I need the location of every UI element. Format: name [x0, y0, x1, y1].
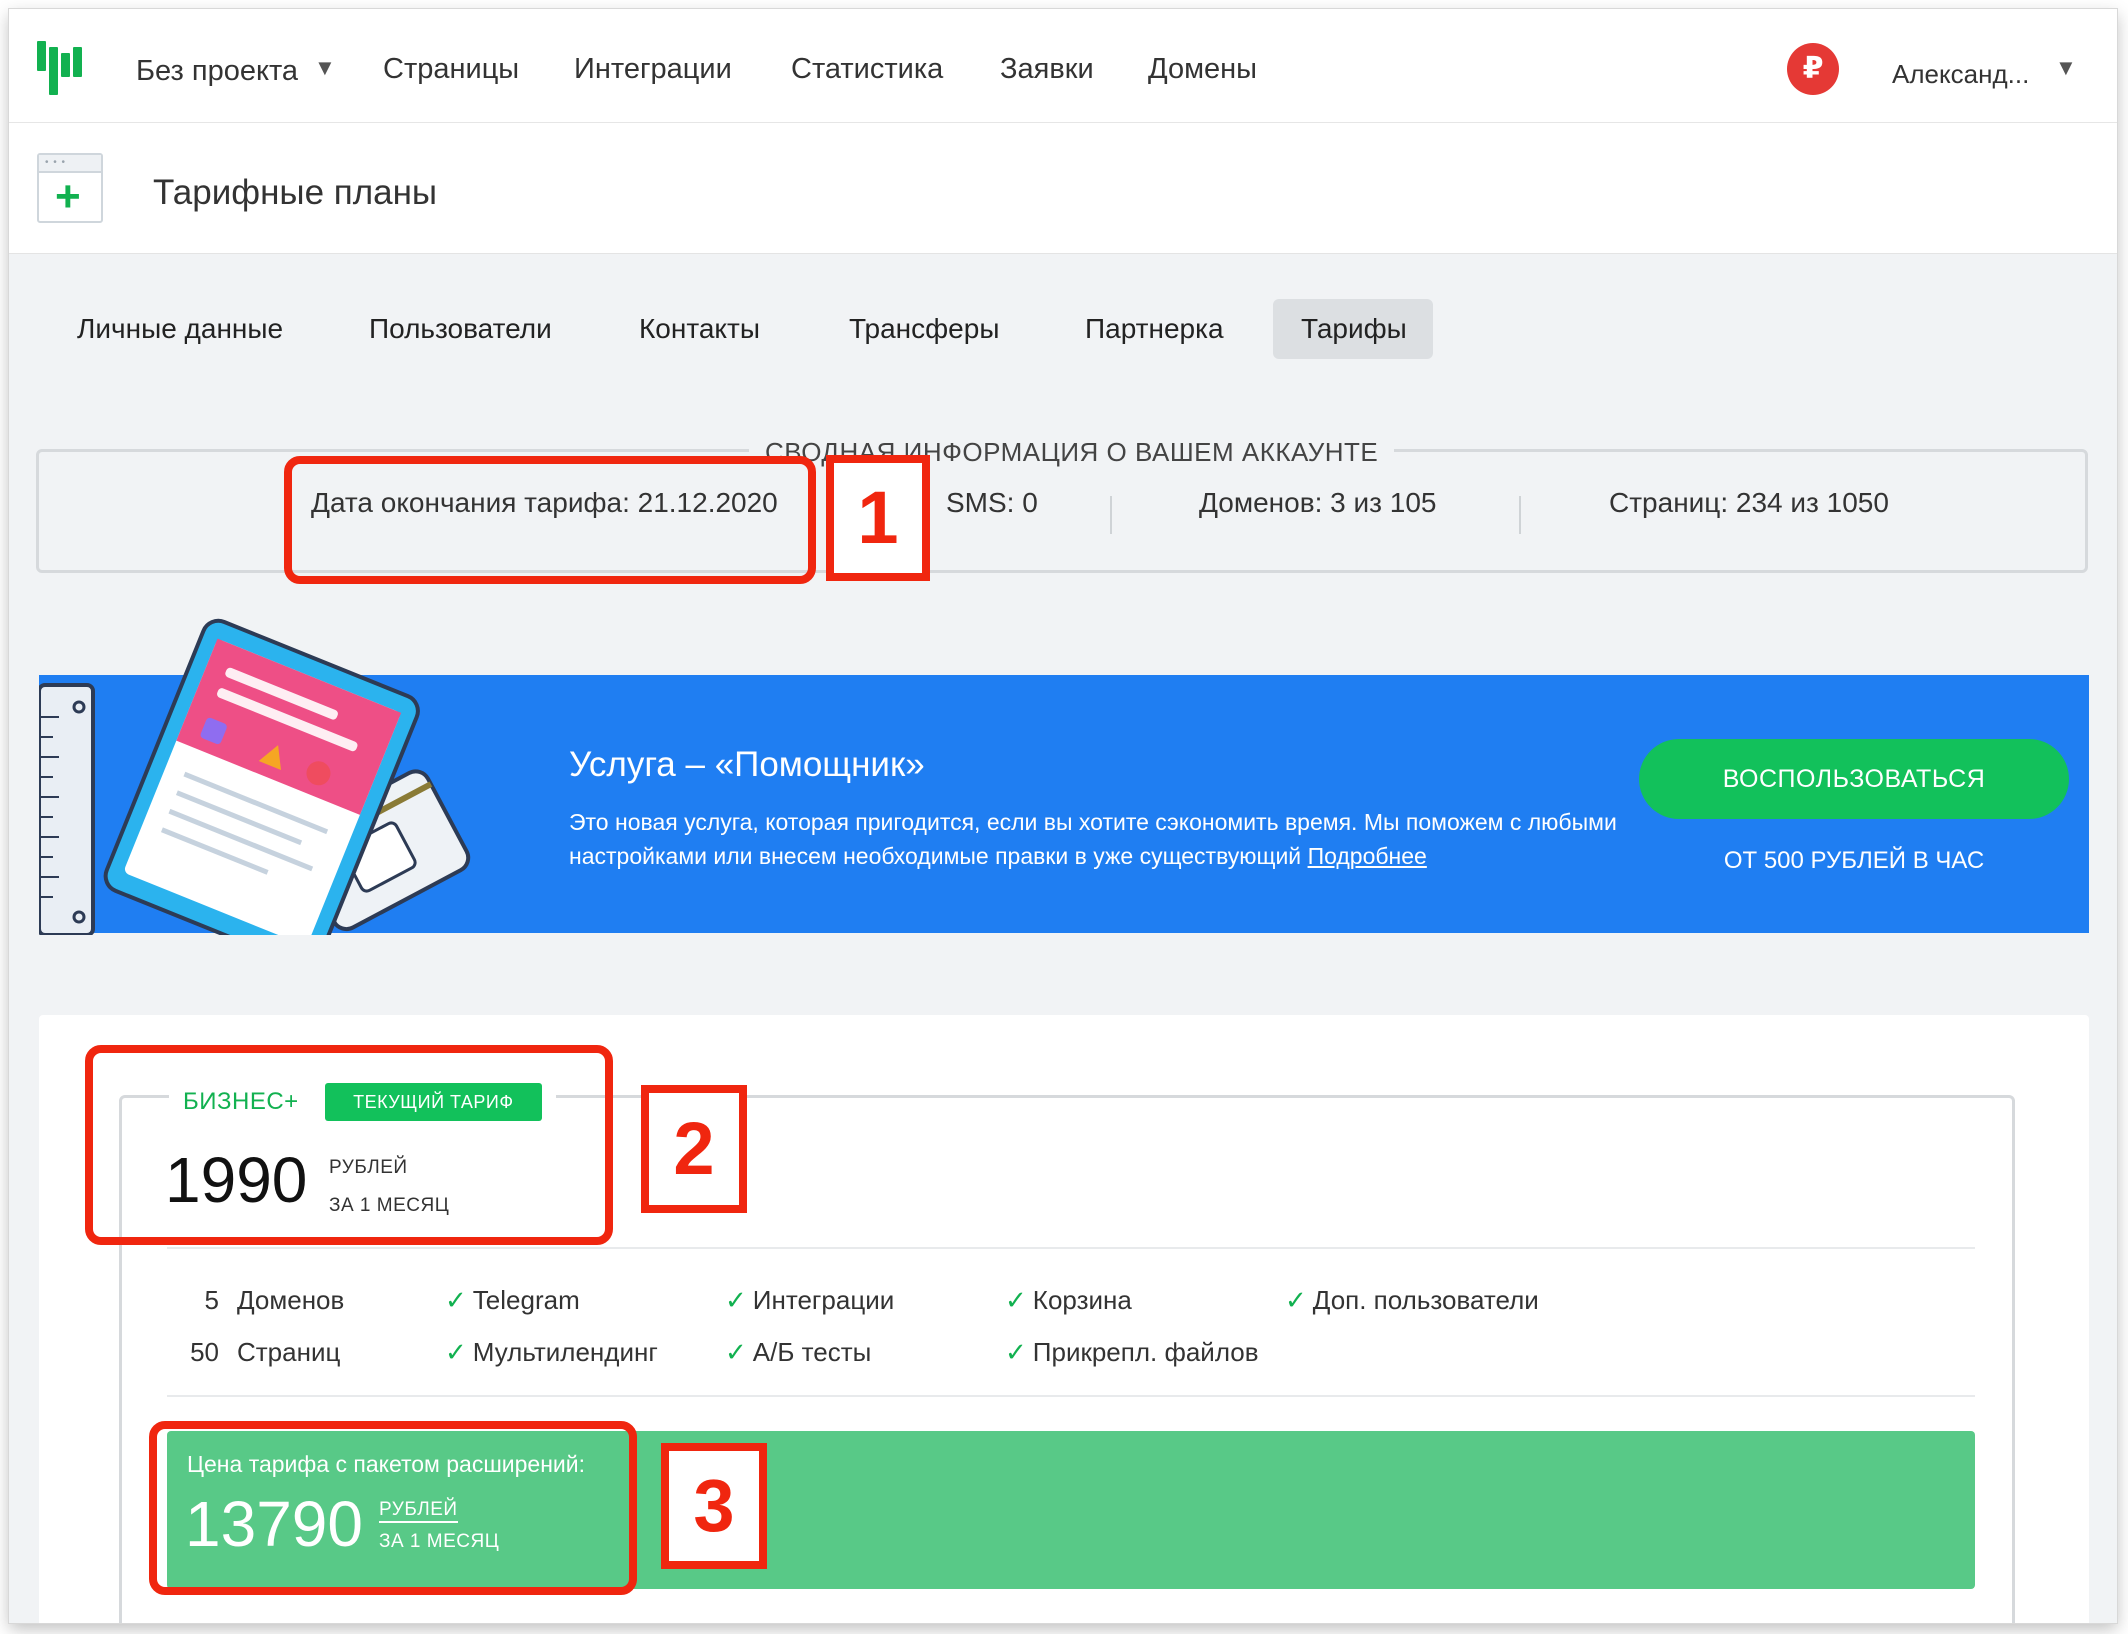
- feature-extra-users: ✓ Доп. пользователи: [1285, 1285, 1539, 1315]
- project-selector[interactable]: Без проекта: [136, 55, 298, 88]
- check-icon: ✓: [1285, 1285, 1307, 1315]
- tab-users[interactable]: Пользователи: [341, 299, 580, 359]
- feature-multilanding: ✓ Мультилендинг: [445, 1337, 658, 1367]
- nav-item-statistics[interactable]: Статистика: [791, 53, 943, 86]
- feature-cart: ✓ Корзина: [1005, 1285, 1132, 1315]
- feature-ab-tests: ✓ А/Б тесты: [725, 1337, 872, 1367]
- check-icon: ✓: [1005, 1337, 1027, 1367]
- domains-count: Доменов: 3 из 105: [1199, 487, 1437, 518]
- divider: [167, 1395, 1975, 1397]
- app-window: Без проекта ▼ Страницы Интеграции Статис…: [9, 9, 2117, 1623]
- tab-contacts[interactable]: Контакты: [611, 299, 788, 359]
- limit-pages-value: 50: [190, 1337, 219, 1367]
- check-icon: ✓: [445, 1285, 467, 1315]
- nav-item-pages[interactable]: Страницы: [383, 53, 519, 86]
- annotation-frame-2: [85, 1045, 613, 1245]
- user-menu[interactable]: Александ...: [1892, 59, 2029, 90]
- check-icon: ✓: [1005, 1285, 1027, 1315]
- banner-more-link[interactable]: Подробнее: [1308, 843, 1427, 869]
- chevron-down-icon[interactable]: ▼: [314, 55, 336, 81]
- summary-divider: [1519, 496, 1521, 534]
- pages-count: Страниц: 234 из 1050: [1609, 487, 1889, 518]
- check-icon: ✓: [445, 1337, 467, 1367]
- app-logo-icon[interactable]: [37, 41, 83, 95]
- tab-transfers[interactable]: Трансферы: [821, 299, 1027, 359]
- top-navigation-bar: Без проекта ▼ Страницы Интеграции Статис…: [9, 9, 2117, 123]
- tablet-illustration-icon: [39, 618, 471, 935]
- limit-domains-value: 5: [204, 1285, 219, 1315]
- annotation-number-1: 1: [826, 455, 930, 581]
- summary-divider: [1110, 496, 1112, 534]
- annotation-frame-1: [284, 456, 816, 584]
- add-page-icon: • • • +: [37, 153, 103, 223]
- annotation-frame-3: [149, 1421, 637, 1595]
- page-title: Тарифные планы: [153, 173, 438, 212]
- check-icon: ✓: [725, 1285, 747, 1315]
- nav-item-domains[interactable]: Домены: [1148, 53, 1257, 86]
- feature-telegram: ✓ Telegram: [445, 1285, 580, 1315]
- annotation-number-2: 2: [641, 1085, 747, 1213]
- nav-item-integrations[interactable]: Интеграции: [574, 53, 732, 86]
- sms-count: SMS: 0: [946, 487, 1038, 518]
- feature-integrations: ✓ Интеграции: [725, 1285, 895, 1315]
- check-icon: ✓: [725, 1337, 747, 1367]
- use-service-button[interactable]: ВОСПОЛЬЗОВАТЬСЯ: [1639, 739, 2069, 819]
- feature-file-attach: ✓ Прикрепл. файлов: [1005, 1337, 1259, 1367]
- ruble-icon[interactable]: ₽: [1787, 43, 1839, 95]
- chevron-down-icon[interactable]: ▼: [2055, 55, 2077, 81]
- banner-price-note: ОТ 500 РУБЛЕЙ В ЧАС: [1723, 847, 1985, 874]
- limit-pages-label: Страниц: [237, 1337, 341, 1367]
- nav-item-requests[interactable]: Заявки: [1000, 53, 1094, 86]
- tab-personal-data[interactable]: Личные данные: [49, 299, 311, 359]
- limit-domains-label: Доменов: [237, 1285, 345, 1315]
- banner-title: Услуга – «Помощник»: [569, 745, 925, 784]
- divider: [167, 1247, 1975, 1249]
- banner-description: Это новая услуга, которая пригодится, ес…: [569, 809, 1617, 869]
- annotation-number-3: 3: [661, 1443, 767, 1569]
- page-header: • • • + Тарифные планы: [9, 123, 2117, 254]
- tab-partner[interactable]: Партнерка: [1057, 299, 1252, 359]
- tab-tariffs[interactable]: Тарифы: [1273, 299, 1433, 359]
